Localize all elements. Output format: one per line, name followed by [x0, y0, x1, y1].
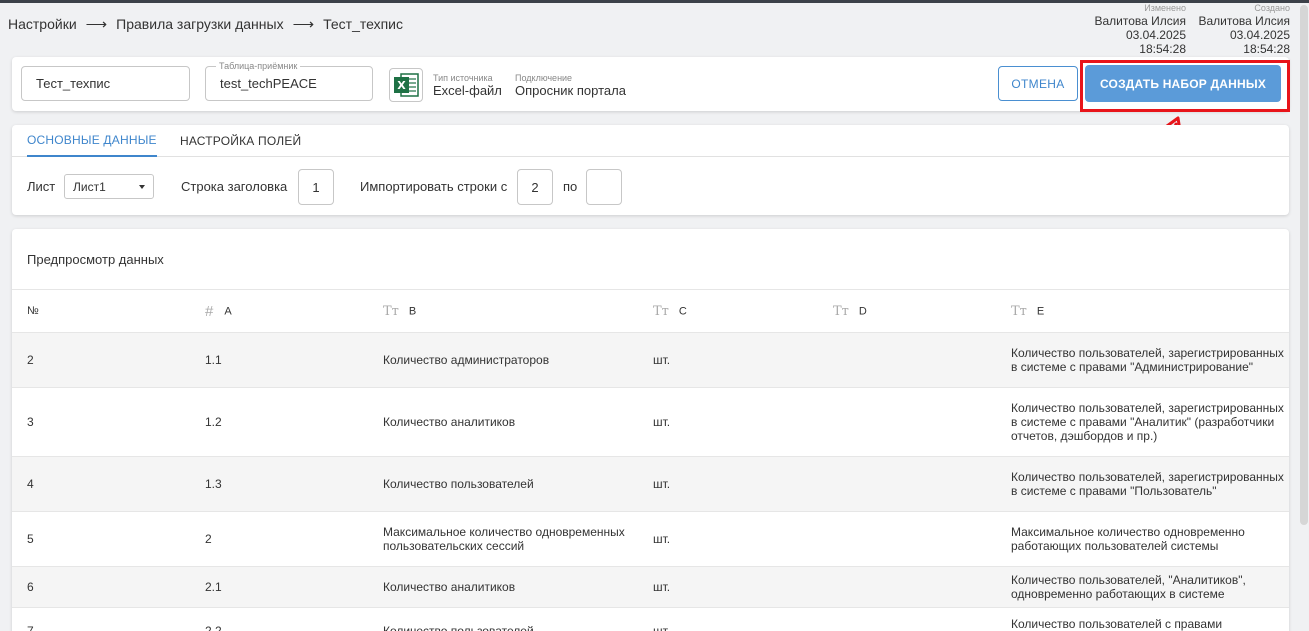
tab-fields-settings[interactable]: НАСТРОЙКА ПОЛЕЙ	[180, 125, 301, 157]
tabs: ОСНОВНЫЕ ДАННЫЕ НАСТРОЙКА ПОЛЕЙ	[12, 125, 1289, 157]
column-header-d: Tт D	[818, 289, 996, 333]
text-type-icon: Tт	[653, 303, 669, 319]
breadcrumb: Настройки ⟶ Правила загрузки данных ⟶ Те…	[8, 15, 403, 33]
svg-text:X: X	[397, 79, 406, 92]
header-row-input[interactable]: 1	[298, 169, 334, 205]
changed-date: 03.04.2025 18:54:28	[1125, 28, 1186, 56]
cell-number: 3	[12, 387, 190, 457]
column-header-a: # A	[190, 289, 368, 333]
changed-user: Валитова Илсия	[1094, 14, 1187, 28]
breadcrumb-item-current: Тест_техпис	[323, 16, 403, 32]
cell-c: шт.	[638, 456, 818, 512]
arrow-right-icon: ⟶	[292, 16, 315, 33]
cell-number: 7	[12, 607, 190, 631]
table-header-row: № # A Tт B Tт C Tт D Tт E	[12, 289, 1289, 333]
connection: Подключение Опросник портала	[515, 72, 626, 98]
breadcrumb-item-rules[interactable]: Правила загрузки данных	[116, 16, 283, 32]
cell-b: Количество пользователей	[368, 607, 638, 631]
cell-c: шт.	[638, 607, 818, 631]
create-dataset-button[interactable]: СОЗДАТЬ НАБОР ДАННЫХ	[1085, 65, 1281, 102]
cancel-button[interactable]: ОТМЕНА	[998, 66, 1078, 101]
table-row: 6 2.1 Количество аналитиков шт. Количест…	[12, 566, 1289, 608]
created-info: Создано Валитова Илсия 03.04.2025 18:54:…	[1194, 3, 1291, 56]
column-header-e: Tт E	[996, 289, 1289, 333]
cell-number: 2	[12, 332, 190, 388]
cell-b: Количество аналитиков	[368, 387, 638, 457]
cell-a: 1.3	[190, 456, 368, 512]
cell-d	[818, 511, 996, 567]
cell-e: Количество пользователей, зарегистрирова…	[996, 387, 1289, 457]
target-table-input[interactable]: Таблица-приёмник test_techPEACE	[205, 60, 373, 101]
rule-name-value: Тест_техпис	[36, 76, 111, 91]
connection-value: Опросник портала	[515, 83, 626, 98]
sheet-select-value: Лист1	[73, 179, 106, 194]
breadcrumb-item-settings[interactable]: Настройки	[8, 16, 77, 32]
preview-title: Предпросмотр данных	[27, 252, 164, 267]
created-user: Валитова Илсия	[1198, 14, 1291, 28]
preview-table: № # A Tт B Tт C Tт D Tт E 2 1.1 Количество ад…	[12, 289, 1289, 631]
number-type-icon: #	[205, 302, 214, 320]
cell-e: Количество пользователей с правами "Поль…	[996, 607, 1289, 631]
cell-number: 4	[12, 456, 190, 512]
cell-b: Количество администраторов	[368, 332, 638, 388]
cell-a: 1.1	[190, 332, 368, 388]
cell-e: Количество пользователей, "Аналитиков", …	[996, 566, 1289, 608]
tab-main-data[interactable]: ОСНОВНЫЕ ДАННЫЕ	[27, 125, 157, 157]
target-table-label: Таблица-приёмник	[216, 60, 301, 72]
created-label: Создано	[1254, 3, 1290, 13]
cell-d	[818, 456, 996, 512]
cell-a: 1.2	[190, 387, 368, 457]
table-row: 7 2.2 Количество пользователей шт. Колич…	[12, 607, 1289, 631]
table-row: 2 1.1 Количество администраторов шт. Кол…	[12, 332, 1289, 388]
cell-d	[818, 566, 996, 608]
created-date: 03.04.2025 18:54:28	[1229, 28, 1290, 56]
sheet-label: Лист	[27, 179, 56, 194]
cell-c: шт.	[638, 511, 818, 567]
cell-number: 5	[12, 511, 190, 567]
cell-d	[818, 607, 996, 631]
import-to-input[interactable]	[586, 169, 622, 205]
cell-c: шт.	[638, 566, 818, 608]
source-type-value: Excel-файл	[433, 83, 502, 98]
cell-d	[818, 332, 996, 388]
header-row-label: Строка заголовка	[181, 179, 288, 194]
target-table-value: test_techPEACE	[220, 76, 317, 91]
text-type-icon: Tт	[1011, 303, 1027, 319]
text-type-icon: Tт	[833, 303, 849, 319]
cell-e: Количество пользователей, зарегистрирова…	[996, 456, 1289, 512]
table-row: 3 1.2 Количество аналитиков шт. Количест…	[12, 387, 1289, 457]
page-scrollbar[interactable]	[1300, 5, 1308, 525]
caret-down-icon	[139, 185, 145, 189]
to-label: по	[563, 179, 578, 194]
cell-a: 2	[190, 511, 368, 567]
changed-label: Изменено	[1144, 3, 1186, 13]
sheet-select[interactable]: Лист1	[64, 174, 154, 199]
cell-b: Максимальное количество одновременных по…	[368, 511, 638, 567]
changed-info: Изменено Валитова Илсия 03.04.2025 18:54…	[1090, 3, 1187, 56]
import-rows-label: Импортировать строки с	[360, 179, 508, 194]
cell-e: Максимальное количество одновременно раб…	[996, 511, 1289, 567]
cell-c: шт.	[638, 387, 818, 457]
cell-a: 2.2	[190, 607, 368, 631]
cell-d	[818, 387, 996, 457]
cell-e: Количество пользователей, зарегистрирова…	[996, 332, 1289, 388]
text-type-icon: Tт	[383, 303, 399, 319]
source-type: Тип источника Excel-файл	[433, 72, 502, 98]
import-from-input[interactable]: 2	[517, 169, 553, 205]
table-row: 5 2 Максимальное количество одновременны…	[12, 511, 1289, 567]
cell-c: шт.	[638, 332, 818, 388]
cell-b: Количество аналитиков	[368, 566, 638, 608]
excel-icon: X	[389, 68, 423, 102]
cell-a: 2.1	[190, 566, 368, 608]
column-header-b: Tт B	[368, 289, 638, 333]
cell-b: Количество пользователей	[368, 456, 638, 512]
cell-number: 6	[12, 566, 190, 608]
table-row: 4 1.3 Количество пользователей шт. Колич…	[12, 456, 1289, 512]
column-header-number: №	[12, 289, 190, 333]
rule-name-input[interactable]: Тест_техпис	[21, 66, 190, 101]
arrow-right-icon: ⟶	[85, 16, 108, 33]
column-header-c: Tт C	[638, 289, 818, 333]
